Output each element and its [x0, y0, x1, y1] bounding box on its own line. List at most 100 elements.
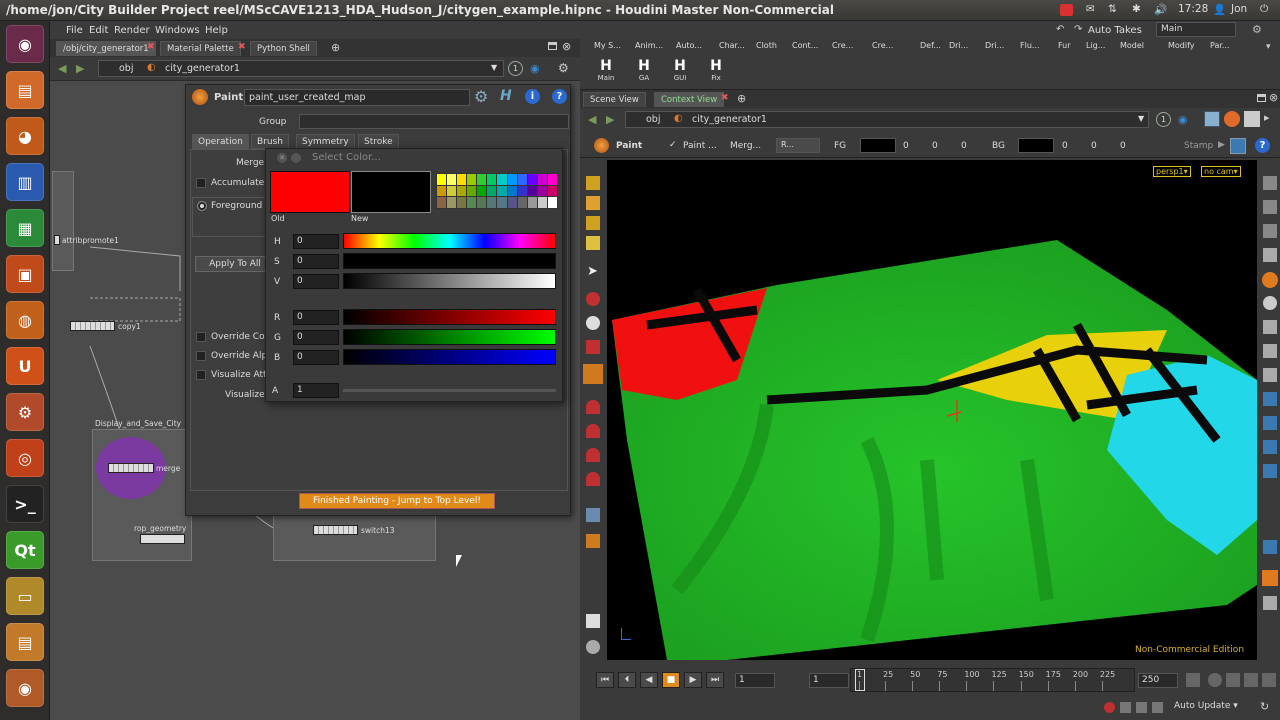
rotate-icon[interactable]: [586, 316, 600, 330]
power-icon[interactable]: ⏻: [1260, 3, 1268, 16]
display-icon[interactable]: [1244, 111, 1260, 127]
fg-value-g[interactable]: 0: [932, 141, 938, 151]
palette-swatch[interactable]: [547, 197, 557, 208]
stamp-label[interactable]: Stamp: [1184, 141, 1213, 151]
palette-swatch[interactable]: [507, 185, 517, 197]
palette-swatch[interactable]: [507, 197, 517, 208]
help-book-icon[interactable]: [1230, 138, 1246, 154]
bluetooth-icon[interactable]: ✱: [1132, 3, 1141, 15]
shelf-tab[interactable]: Model: [1120, 41, 1144, 50]
tab-material-palette[interactable]: Material Palette: [160, 41, 241, 56]
info-icon[interactable]: i: [525, 89, 540, 104]
palette-swatch[interactable]: [447, 185, 457, 197]
palette-swatch[interactable]: [457, 174, 467, 185]
mail-icon[interactable]: ✉: [1086, 3, 1095, 15]
menu-windows[interactable]: Windows: [155, 25, 200, 36]
palette-swatch[interactable]: [507, 174, 517, 185]
view-tool-icon[interactable]: [1263, 344, 1277, 358]
volume-icon[interactable]: 🔊: [1154, 3, 1167, 16]
shelf-tab[interactable]: Char...: [719, 41, 745, 50]
palette-swatch[interactable]: [487, 185, 497, 197]
finish-painting-button[interactable]: Finished Painting - Jump to Top Level!: [299, 493, 495, 509]
key-icon[interactable]: [1226, 673, 1240, 687]
node-rop[interactable]: [140, 534, 185, 544]
path-node[interactable]: city_generator1: [165, 63, 240, 74]
tab-context-view[interactable]: Context View: [654, 92, 725, 107]
h-slider[interactable]: [343, 233, 556, 249]
s-field[interactable]: 0: [293, 254, 339, 269]
select-arrow-icon[interactable]: ➤: [587, 264, 598, 279]
shelf-tab[interactable]: Anim...: [635, 41, 663, 50]
settings-icon[interactable]: ⚙: [558, 61, 569, 75]
palette-swatch[interactable]: [537, 185, 547, 197]
shelf-tab[interactable]: Lig...: [1086, 41, 1105, 50]
shelf-tool-fix[interactable]: H Fix: [702, 58, 730, 82]
qt-icon[interactable]: Qt: [6, 531, 44, 569]
palette-swatch[interactable]: [457, 197, 467, 208]
shelf-tool-ga[interactable]: H GA: [630, 58, 658, 82]
view-tool-icon[interactable]: [1263, 224, 1277, 238]
tool-icon[interactable]: [586, 216, 600, 230]
ubuntu-one-icon[interactable]: U: [6, 347, 44, 385]
jump-end-icon[interactable]: ⏭: [706, 672, 724, 688]
shelf-tab[interactable]: Cre...: [872, 41, 893, 50]
3d-viewport[interactable]: persp1▾ no cam▾ Non-Commercial Edition: [607, 160, 1257, 660]
palette-swatch[interactable]: [467, 197, 477, 208]
view-tool-icon[interactable]: [1263, 320, 1277, 334]
palette-swatch[interactable]: [477, 197, 487, 208]
clock[interactable]: 17:28: [1178, 3, 1208, 15]
auto-takes[interactable]: Auto Takes: [1088, 25, 1142, 36]
shelf-tab[interactable]: My S...: [594, 41, 621, 50]
tab-brush[interactable]: Brush: [251, 134, 289, 149]
view-tool-icon[interactable]: [1263, 248, 1277, 262]
add-tab-icon[interactable]: ⊕: [737, 92, 746, 105]
path-root[interactable]: obj: [119, 63, 133, 74]
visualize-att-checkbox[interactable]: [196, 370, 206, 380]
status-icon[interactable]: [1152, 702, 1163, 713]
time-slider[interactable]: 1 25 50 75 100 125 150 175 200 225: [850, 668, 1135, 692]
merge-mode-label[interactable]: Merg...: [730, 141, 761, 151]
bg-swatch[interactable]: [1018, 138, 1054, 153]
group-box-switch[interactable]: [273, 511, 436, 561]
mode-select[interactable]: R...: [776, 138, 820, 153]
dialog-minimize-icon[interactable]: [291, 153, 301, 163]
fg-value-r[interactable]: 0: [903, 141, 909, 151]
tab-python-shell[interactable]: Python Shell: [250, 41, 317, 56]
palette-swatch[interactable]: [517, 197, 527, 208]
g-field[interactable]: 0: [293, 330, 339, 345]
override-color-checkbox[interactable]: [196, 332, 206, 342]
status-icon[interactable]: [1120, 702, 1131, 713]
pin-icon[interactable]: 1: [508, 61, 523, 76]
archive-icon[interactable]: ▭: [6, 577, 44, 615]
link-icon[interactable]: ◉: [530, 62, 540, 75]
bg-value-b[interactable]: 0: [1120, 141, 1126, 151]
palette-swatch[interactable]: [527, 185, 537, 197]
updown-icon[interactable]: ⇅: [1108, 3, 1117, 15]
refresh-icon[interactable]: ↻: [1260, 700, 1269, 713]
snap-icon[interactable]: [586, 534, 600, 548]
end-frame-field[interactable]: 250: [1138, 673, 1178, 688]
scale-icon[interactable]: [586, 340, 600, 354]
node-switch[interactable]: [313, 525, 358, 535]
shelf-tab[interactable]: Cre...: [832, 41, 853, 50]
path-root[interactable]: obj: [646, 114, 660, 125]
path-bar[interactable]: obj ◐ city_generator1 ▼: [625, 111, 1149, 128]
palette-swatch[interactable]: [527, 174, 537, 185]
key-icon[interactable]: [1186, 673, 1200, 687]
close-pane-icon[interactable]: ⊗: [1269, 91, 1278, 104]
shelf-tab[interactable]: Par...: [1210, 41, 1230, 50]
stop-icon[interactable]: ■: [662, 672, 680, 688]
menu-render[interactable]: Render: [114, 25, 150, 36]
back-icon[interactable]: ◀: [588, 113, 596, 126]
gear-icon[interactable]: ⚙: [1252, 23, 1262, 36]
link-icon[interactable]: ◉: [1178, 113, 1188, 126]
view-tool-icon[interactable]: [1263, 296, 1277, 310]
status-icon[interactable]: [1136, 702, 1147, 713]
dialog-close-icon[interactable]: ✕: [277, 153, 287, 163]
view-tool-icon[interactable]: [1263, 540, 1277, 554]
shelf-tab[interactable]: Auto...: [676, 41, 702, 50]
palette-swatch[interactable]: [467, 185, 477, 197]
palette-swatch[interactable]: [547, 174, 557, 185]
chevron-down-icon[interactable]: ▼: [1138, 114, 1144, 123]
palette-swatch[interactable]: [437, 197, 447, 208]
